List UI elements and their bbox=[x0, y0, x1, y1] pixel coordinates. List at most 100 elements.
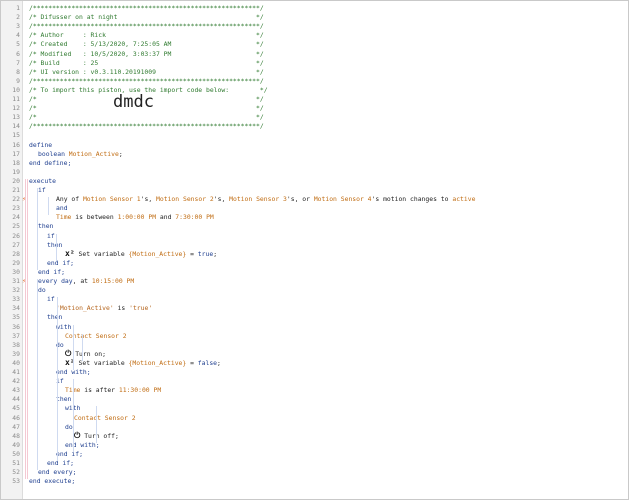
code-text: end with; bbox=[65, 441, 100, 450]
token-dev[interactable]: Motion Sensor 2 bbox=[156, 195, 214, 203]
code-text: then bbox=[56, 395, 71, 404]
line-number: 33 bbox=[12, 295, 20, 304]
token-text: Turn on; bbox=[75, 349, 106, 358]
line-number: 44 bbox=[12, 395, 20, 404]
token-kw: then bbox=[47, 313, 63, 322]
code-text: if bbox=[47, 295, 55, 304]
code-text: end if; bbox=[38, 268, 65, 277]
code-line: 10/* To import this piston, use the impo… bbox=[1, 86, 628, 95]
line-number: 26 bbox=[12, 231, 20, 240]
line-number: 51 bbox=[12, 459, 20, 467]
token-kw: define bbox=[29, 140, 53, 149]
token-dev[interactable]: Time bbox=[56, 213, 71, 221]
nesting-guide bbox=[56, 233, 57, 261]
line-number: 31 bbox=[12, 277, 20, 285]
code-text: /* */ bbox=[29, 113, 264, 122]
token-var[interactable]: Motion_Active bbox=[69, 150, 119, 158]
token-kw: end define; bbox=[29, 158, 72, 167]
line-number: 28 bbox=[12, 249, 20, 258]
line-number: 49 bbox=[12, 440, 20, 449]
code-text: end execute; bbox=[29, 477, 75, 486]
token-var[interactable]: {Motion_Active} bbox=[129, 359, 187, 367]
line-number: 18 bbox=[12, 158, 20, 167]
code-line: 34 'Motion_Active' is 'true' bbox=[1, 304, 628, 313]
code-line: 41 end with; bbox=[1, 368, 628, 377]
token-dev[interactable]: Contact Sensor 2 bbox=[65, 332, 127, 340]
nesting-guide bbox=[27, 178, 28, 480]
code-text: if bbox=[38, 186, 46, 195]
token-dev[interactable]: Motion Sensor 4 bbox=[314, 195, 372, 203]
code-line: 23 and bbox=[1, 204, 628, 213]
power-icon: ⏻ bbox=[74, 430, 81, 440]
line-number: 4 bbox=[16, 31, 20, 40]
token-kw: if bbox=[47, 295, 55, 304]
code-text: /***************************************… bbox=[29, 77, 264, 86]
code-line: 15 bbox=[1, 131, 628, 140]
nesting-guide bbox=[96, 406, 97, 443]
code-text: Time is between 1:00:00 PM and 7:30:00 P… bbox=[56, 213, 214, 222]
token-dev[interactable]: Motion Sensor 1 bbox=[83, 195, 141, 203]
token-text: Set variable bbox=[78, 249, 129, 258]
token-dev[interactable]: Motion Sensor 3 bbox=[229, 195, 287, 203]
token-comment: /* UI version : v0.3.110.20191009 */ bbox=[29, 67, 264, 76]
line-number: 25 bbox=[12, 222, 20, 231]
line-number: 37 bbox=[12, 331, 20, 340]
code-line: 44 then bbox=[1, 395, 628, 404]
code-line: 22 ⚡ Any of Motion Sensor 1's, Motion Sens… bbox=[1, 195, 628, 204]
line-number: 41 bbox=[12, 368, 20, 376]
nesting-guide bbox=[73, 379, 74, 452]
code-line: 11/* */ bbox=[1, 95, 628, 104]
token-dev[interactable]: Contact Sensor 2 bbox=[74, 414, 136, 422]
nesting-guide bbox=[37, 279, 38, 471]
code-line: 31 ⚡ every day, at 10:15:00 PM bbox=[1, 277, 628, 286]
code-text: end define; bbox=[29, 159, 71, 168]
token-kw: if bbox=[47, 231, 55, 240]
code-text: Contact Sensor 2 bbox=[65, 332, 127, 341]
token-var[interactable]: {Motion_Active} bbox=[129, 250, 187, 258]
token-kw: do bbox=[38, 286, 46, 295]
token-comment: /***************************************… bbox=[29, 122, 264, 131]
token-str: 'Motion_Active' bbox=[56, 304, 114, 313]
token-kw: with bbox=[56, 322, 72, 331]
token-val: 11:30:00 PM bbox=[118, 386, 162, 395]
code-text: /* Build : 25 */ bbox=[29, 59, 264, 68]
line-number: 11 bbox=[12, 95, 20, 103]
token-text: Any of bbox=[56, 195, 83, 204]
code-line: 13 /* */ bbox=[1, 113, 628, 122]
nesting-guide bbox=[82, 333, 83, 361]
line-number: 20 bbox=[12, 176, 20, 185]
code-line: 42 if bbox=[1, 377, 628, 386]
line-number: 22 bbox=[12, 195, 20, 204]
code-line: 32 do bbox=[1, 286, 628, 295]
line-number: 19 bbox=[12, 167, 20, 176]
token-kw: true bbox=[197, 249, 214, 258]
code-text: boolean Motion_Active; bbox=[38, 150, 123, 159]
code-text: 'Motion_Active' is 'true' bbox=[56, 304, 152, 313]
line-number: 32 bbox=[12, 286, 20, 295]
token-kw: end every; bbox=[38, 468, 77, 477]
code-line: 19 bbox=[1, 168, 628, 177]
code-text: do bbox=[65, 423, 73, 432]
line-number: 46 bbox=[12, 413, 20, 422]
code-line: 30 end if; bbox=[1, 268, 628, 277]
line-number: 48 bbox=[12, 431, 20, 440]
token-text: and bbox=[156, 213, 176, 222]
code-text: then bbox=[47, 241, 62, 250]
line-number: 50 bbox=[12, 449, 20, 458]
nesting-guide bbox=[48, 197, 49, 216]
token-kw: end with; bbox=[65, 440, 100, 449]
code-line: 21 if bbox=[1, 186, 628, 195]
code-text: /***************************************… bbox=[29, 22, 264, 31]
line-number: 21 bbox=[12, 186, 20, 194]
line-number: 14 bbox=[12, 122, 20, 131]
token-text: = bbox=[186, 358, 198, 367]
token-text: = bbox=[186, 249, 198, 258]
token-type: boolean bbox=[38, 149, 69, 158]
line-number: 17 bbox=[12, 149, 20, 158]
line-number: 36 bbox=[12, 322, 20, 331]
token-kw: end if; bbox=[38, 267, 65, 276]
code-text: every day, at 10:15:00 PM bbox=[38, 277, 134, 286]
line-number: 15 bbox=[12, 131, 20, 140]
piston-code-viewer: 1 /**************************************… bbox=[0, 0, 629, 500]
line-number: 42 bbox=[12, 377, 20, 386]
